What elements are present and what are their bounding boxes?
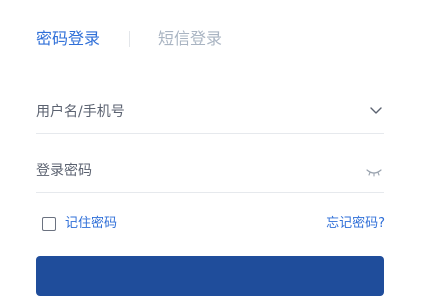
- login-tabs: 密码登录 短信登录: [36, 26, 222, 52]
- tab-password-login[interactable]: 密码登录: [36, 26, 100, 52]
- remember-password-label[interactable]: 记住密码: [65, 214, 117, 234]
- login-button[interactable]: [36, 256, 384, 296]
- tab-divider: [129, 31, 131, 47]
- password-field: [36, 149, 384, 193]
- remember-password-option[interactable]: 记住密码: [42, 214, 117, 234]
- tab-sms-login[interactable]: 短信登录: [158, 26, 222, 52]
- username-field: [36, 90, 384, 134]
- forgot-password-link[interactable]: 忘记密码?: [326, 214, 385, 234]
- password-input[interactable]: [36, 149, 336, 193]
- chevron-down-icon[interactable]: [368, 102, 384, 118]
- username-input[interactable]: [36, 90, 336, 134]
- eye-closed-icon[interactable]: [365, 163, 383, 177]
- remember-password-checkbox[interactable]: [42, 217, 56, 231]
